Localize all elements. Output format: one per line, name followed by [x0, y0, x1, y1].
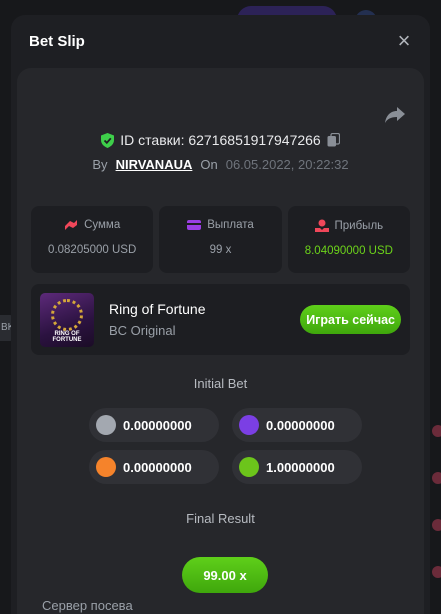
green-color-dot	[239, 457, 259, 477]
verified-shield-icon	[101, 132, 115, 148]
bet-id-row: ID ставки: 62716851917947266	[17, 132, 424, 148]
background-dot	[432, 519, 441, 531]
bet-stats: Сумма 0.08205000 USD Выплата 99 x Прибыл…	[31, 206, 410, 273]
purple-color-dot	[239, 415, 259, 435]
stat-profit-header: Прибыль	[314, 219, 384, 232]
server-seed-label: Сервер посева	[42, 598, 133, 613]
copy-icon[interactable]	[327, 133, 340, 147]
game-name: Ring of Fortune	[109, 301, 206, 317]
background-dot	[432, 566, 441, 578]
game-info: Ring of Fortune BC Original	[109, 301, 206, 338]
bet-slip-modal: Bet Slip × ID ставки: 62716851917947266 …	[11, 15, 430, 614]
background-dot	[432, 425, 441, 437]
final-result-badge: 99.00 x	[182, 557, 268, 593]
bet-amount: 0.00000000	[123, 459, 192, 475]
bet-pill-purple: 0.00000000	[232, 408, 362, 442]
background-dot	[432, 472, 441, 484]
share-icon[interactable]	[384, 106, 406, 124]
bet-details-card: ID ставки: 62716851917947266 By NIRVANAU…	[17, 68, 424, 614]
fortune-wheel-icon	[51, 298, 83, 331]
user-link[interactable]: NIRVANAUA	[116, 157, 193, 172]
bet-pill-gray: 0.00000000	[89, 408, 219, 442]
initial-bet-title: Initial Bet	[193, 376, 248, 391]
stat-payout-value: 99 x	[209, 244, 232, 256]
bet-amount: 1.00000000	[266, 459, 335, 475]
on-label: On	[200, 157, 218, 172]
bet-amount: 0.00000000	[266, 417, 335, 433]
game-thumbnail[interactable]: RING OF FORTUNE	[40, 292, 94, 347]
stat-profit-value: 8.04090000 USD	[304, 245, 393, 257]
initial-bet-grid: 0.00000000 0.00000000 0.00000000 1.00000…	[89, 408, 362, 484]
stat-amount-header: Сумма	[64, 219, 120, 231]
wallet-icon	[187, 220, 202, 230]
modal-header: Bet Slip ×	[11, 15, 430, 67]
orange-color-dot	[96, 457, 116, 477]
game-card: RING OF FORTUNE Ring of Fortune BC Origi…	[31, 284, 410, 355]
stat-amount: Сумма 0.08205000 USD	[31, 206, 154, 273]
stat-payout: Выплата 99 x	[159, 206, 282, 273]
bet-id: ID ставки: 62716851917947266	[120, 132, 321, 148]
bet-datetime: 06.05.2022, 20:22:32	[225, 157, 349, 172]
by-label: By	[92, 157, 108, 172]
stat-payout-label: Выплата	[207, 219, 254, 231]
stat-amount-value: 0.08205000 USD	[48, 244, 137, 256]
stat-payout-header: Выплата	[187, 219, 254, 231]
stat-amount-label: Сумма	[84, 219, 121, 231]
bet-pill-green: 1.00000000	[232, 450, 362, 484]
stat-profit-label: Прибыль	[334, 219, 384, 232]
money-icon	[65, 220, 78, 230]
profit-icon	[314, 219, 329, 232]
play-now-button[interactable]: Играть сейчас	[300, 305, 401, 334]
bet-amount: 0.00000000	[123, 417, 192, 433]
bet-author-row: By NIRVANAUA On 06.05.2022, 20:22:32	[17, 157, 424, 172]
bet-pill-orange: 0.00000000	[89, 450, 219, 484]
game-provider: BC Original	[109, 323, 176, 338]
close-button[interactable]: ×	[392, 28, 416, 53]
gray-color-dot	[96, 415, 116, 435]
modal-title: Bet Slip	[29, 32, 85, 50]
final-result-title: Final Result	[186, 511, 255, 526]
game-thumbnail-text: RING OF FORTUNE	[52, 330, 82, 343]
stat-profit: Прибыль 8.04090000 USD	[287, 206, 410, 273]
